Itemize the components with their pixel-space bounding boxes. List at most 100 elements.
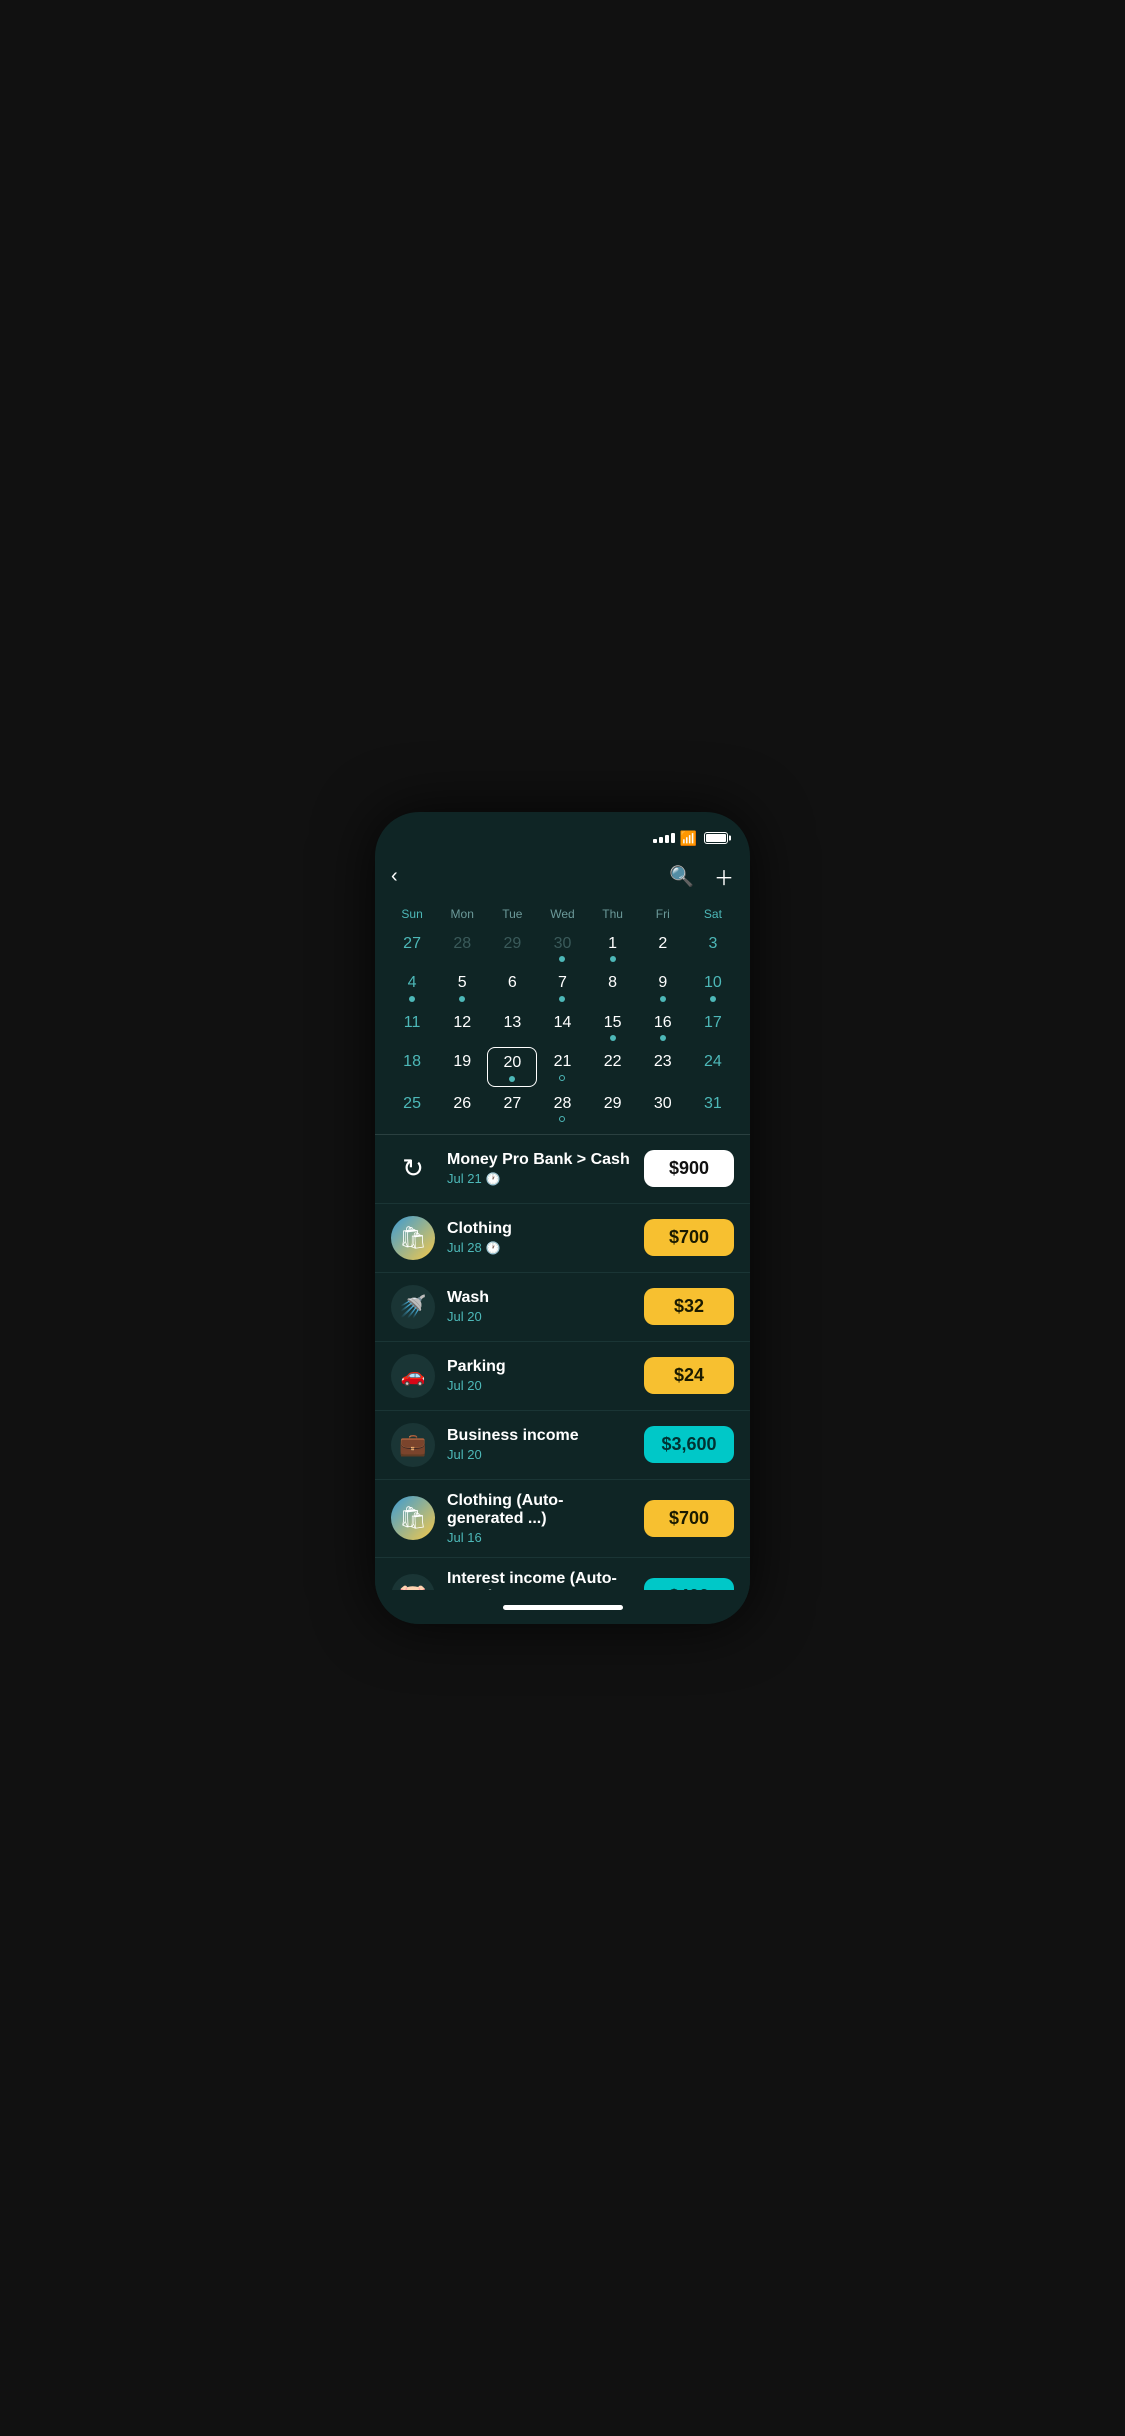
transaction-item-clothing1[interactable]: 🛍ClothingJul 28 🕐$700 — [375, 1204, 750, 1273]
cal-day-number: 29 — [503, 933, 521, 955]
cal-day-number: 9 — [658, 972, 667, 994]
cal-day-number: 21 — [554, 1051, 572, 1073]
cal-day-27[interactable]: 27 — [487, 1089, 537, 1126]
cal-day-number: 27 — [403, 933, 421, 955]
txn-date-parking: Jul 20 — [447, 1378, 632, 1393]
cal-day-9[interactable]: 9 — [638, 968, 688, 1005]
txn-info-parking: ParkingJul 20 — [447, 1358, 632, 1393]
transaction-list[interactable]: ↻Money Pro Bank > CashJul 21 🕐$900🛍Cloth… — [375, 1135, 750, 1590]
home-bar — [503, 1605, 623, 1610]
cal-day-21[interactable]: 21 — [537, 1047, 587, 1086]
cal-day-1[interactable]: 1 — [588, 929, 638, 966]
cal-day-5[interactable]: 5 — [437, 968, 487, 1005]
txn-amount-clothing1: $700 — [644, 1219, 734, 1256]
txn-info-interest: Interest income (Auto-gen...)Jul 15 — [447, 1570, 632, 1590]
transaction-item-interest[interactable]: 🐷 Interest income (Auto-gen...)Jul 15 $400 — [375, 1558, 750, 1590]
signal-icon — [653, 833, 675, 843]
status-icons: 📶 — [653, 830, 728, 847]
cal-day-number: 15 — [604, 1012, 622, 1034]
status-bar: 📶 — [375, 812, 750, 856]
cal-day-17[interactable]: 17 — [688, 1008, 738, 1045]
weekday-tue: Tue — [487, 903, 537, 925]
transaction-item-parking[interactable]: 🚗ParkingJul 20$24 — [375, 1342, 750, 1411]
cal-day-28[interactable]: 28 — [437, 929, 487, 966]
weekday-sun: Sun — [387, 903, 437, 925]
cal-day-16[interactable]: 16 — [638, 1008, 688, 1045]
txn-icon-clothing2: 🛍 — [391, 1496, 435, 1540]
cal-day-11[interactable]: 11 — [387, 1008, 437, 1045]
txn-name-business: Business income — [447, 1427, 632, 1445]
cal-day-12[interactable]: 12 — [437, 1008, 487, 1045]
txn-icon-parking: 🚗 — [391, 1354, 435, 1398]
cal-day-26[interactable]: 26 — [437, 1089, 487, 1126]
cal-day-18[interactable]: 18 — [387, 1047, 437, 1086]
cal-day-number: 28 — [554, 1093, 572, 1115]
cal-day-13[interactable]: 13 — [487, 1008, 537, 1045]
wifi-icon: 📶 — [680, 830, 697, 847]
cal-day-number: 3 — [708, 933, 717, 955]
cal-day-31[interactable]: 31 — [688, 1089, 738, 1126]
cal-day-number: 22 — [604, 1051, 622, 1073]
txn-amount-clothing2: $700 — [644, 1500, 734, 1537]
cal-day-number: 13 — [503, 1012, 521, 1034]
cal-day-29[interactable]: 29 — [588, 1089, 638, 1126]
cal-day-7[interactable]: 7 — [537, 968, 587, 1005]
cal-day-28[interactable]: 28 — [537, 1089, 587, 1126]
transaction-item-transfer[interactable]: ↻Money Pro Bank > CashJul 21 🕐$900 — [375, 1135, 750, 1204]
txn-amount-transfer: $900 — [644, 1150, 734, 1187]
transaction-item-clothing2[interactable]: 🛍Clothing (Auto-generated ...)Jul 16$700 — [375, 1480, 750, 1558]
cal-day-number: 23 — [654, 1051, 672, 1073]
txn-name-interest: Interest income (Auto-gen...) — [447, 1570, 632, 1590]
cal-day-29[interactable]: 29 — [487, 929, 537, 966]
cal-day-2[interactable]: 2 — [638, 929, 688, 966]
cal-day-30[interactable]: 30 — [537, 929, 587, 966]
cal-day-24[interactable]: 24 — [688, 1047, 738, 1086]
battery-icon — [704, 832, 728, 844]
back-button[interactable]: ‹ — [391, 865, 402, 888]
cal-day-number: 31 — [704, 1093, 722, 1115]
cal-day-number: 24 — [704, 1051, 722, 1073]
transaction-item-business[interactable]: 💼Business incomeJul 20$3,600 — [375, 1411, 750, 1480]
txn-icon-interest: 🐷 — [391, 1574, 435, 1590]
cal-day-number: 2 — [658, 933, 667, 955]
txn-icon-business: 💼 — [391, 1423, 435, 1467]
cal-day-8[interactable]: 8 — [588, 968, 638, 1005]
cal-day-number: 6 — [508, 972, 517, 994]
cal-day-27[interactable]: 27 — [387, 929, 437, 966]
cal-day-25[interactable]: 25 — [387, 1089, 437, 1126]
txn-date-clothing1: Jul 28 🕐 — [447, 1240, 632, 1255]
cal-day-number: 8 — [608, 972, 617, 994]
cal-day-23[interactable]: 23 — [638, 1047, 688, 1086]
cal-day-20[interactable]: 20 — [487, 1047, 537, 1086]
cal-day-number: 18 — [403, 1051, 421, 1073]
cal-day-3[interactable]: 3 — [688, 929, 738, 966]
cal-day-number: 1 — [608, 933, 617, 955]
cal-day-number: 25 — [403, 1093, 421, 1115]
txn-name-clothing2: Clothing (Auto-generated ...) — [447, 1492, 632, 1528]
cal-day-number: 12 — [453, 1012, 471, 1034]
txn-info-business: Business incomeJul 20 — [447, 1427, 632, 1462]
calendar: Sun Mon Tue Wed Thu Fri Sat 272829301234… — [375, 903, 750, 1126]
search-icon[interactable]: 🔍 — [669, 864, 694, 889]
transaction-item-wash[interactable]: 🚿WashJul 20$32 — [375, 1273, 750, 1342]
cal-day-empty-dot — [559, 1116, 565, 1122]
cal-day-dot — [559, 996, 565, 1002]
cal-day-30[interactable]: 30 — [638, 1089, 688, 1126]
cal-day-6[interactable]: 6 — [487, 968, 537, 1005]
cal-day-number: 10 — [704, 972, 722, 994]
cal-day-14[interactable]: 14 — [537, 1008, 587, 1045]
txn-icon-transfer: ↻ — [391, 1147, 435, 1191]
cal-day-19[interactable]: 19 — [437, 1047, 487, 1086]
cal-day-number: 28 — [453, 933, 471, 955]
cal-day-4[interactable]: 4 — [387, 968, 437, 1005]
txn-name-transfer: Money Pro Bank > Cash — [447, 1151, 632, 1169]
cal-day-22[interactable]: 22 — [588, 1047, 638, 1086]
txn-amount-interest: $400 — [644, 1578, 734, 1590]
cal-day-10[interactable]: 10 — [688, 968, 738, 1005]
cal-day-15[interactable]: 15 — [588, 1008, 638, 1045]
txn-date-wash: Jul 20 — [447, 1309, 632, 1324]
txn-icon-clothing1: 🛍 — [391, 1216, 435, 1260]
cal-day-dot — [459, 996, 465, 1002]
add-icon[interactable]: ＋ — [714, 862, 734, 891]
cal-day-dot — [610, 1035, 616, 1041]
